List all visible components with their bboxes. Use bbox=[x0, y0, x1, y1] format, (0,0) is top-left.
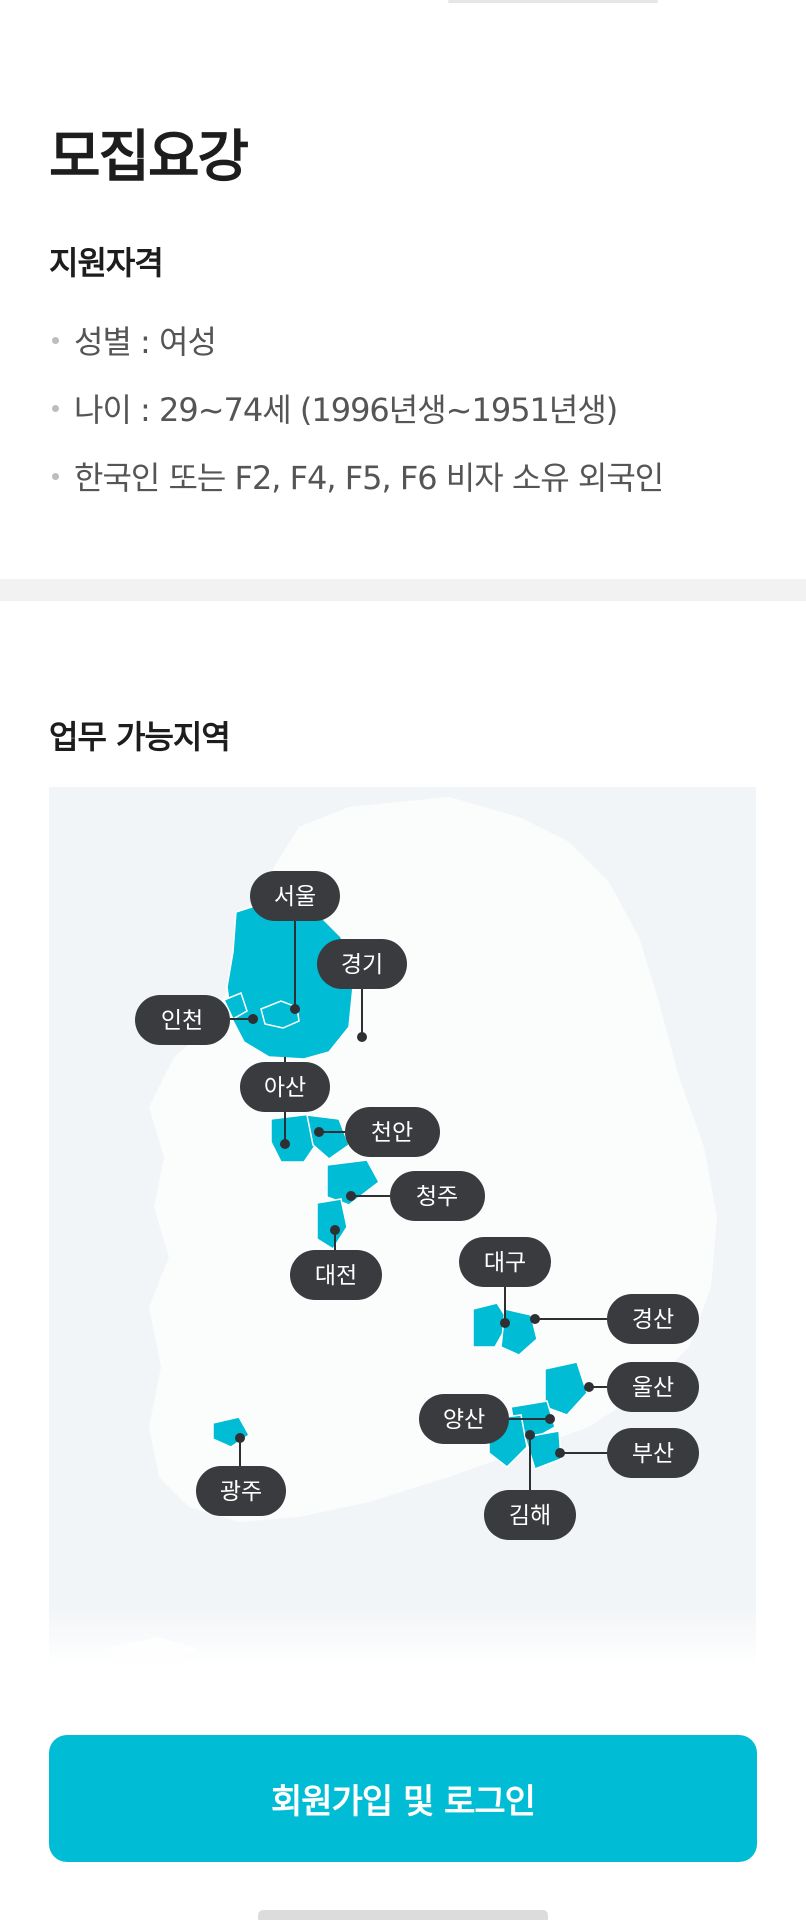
qualification-gender: 성별 : 여성 bbox=[74, 323, 217, 361]
list-item: 나이 : 29~74세 (1996년생~1951년생) bbox=[52, 374, 663, 442]
region-label-cheongju-text: 청주 bbox=[416, 1184, 458, 1210]
pin-dot-busan bbox=[555, 1448, 565, 1458]
region-label-daegu: 대구 bbox=[459, 1237, 551, 1287]
bullet-icon bbox=[52, 336, 59, 344]
island-shape bbox=[109, 1637, 199, 1662]
page-title: 모집요강 bbox=[49, 124, 249, 190]
region-label-yangsan-text: 양산 bbox=[443, 1407, 485, 1433]
region-label-gimhae: 김해 bbox=[484, 1490, 576, 1540]
qualification-list: 성별 : 여성 나이 : 29~74세 (1996년생~1951년생) 한국인 … bbox=[52, 306, 664, 510]
pin-dot-cheongju bbox=[346, 1191, 356, 1201]
pin-dot-asan bbox=[280, 1139, 290, 1149]
region-label-yangsan: 양산 bbox=[419, 1394, 509, 1444]
region-label-ulsan-text: 울산 bbox=[632, 1375, 674, 1401]
qualification-heading: 지원자격 bbox=[49, 244, 164, 282]
pin-dot-yangsan bbox=[545, 1414, 555, 1424]
region-label-incheon: 인천 bbox=[135, 995, 230, 1045]
region-label-gyeonggi: 경기 bbox=[317, 939, 407, 989]
region-label-daejeon-text: 대전 bbox=[315, 1263, 357, 1289]
pin-dot-gyeongsan bbox=[530, 1314, 540, 1324]
region-label-asan: 아산 bbox=[240, 1062, 330, 1112]
region-label-cheonan: 천안 bbox=[345, 1107, 440, 1157]
region-label-cheongju: 청주 bbox=[390, 1171, 485, 1221]
pin-dot-gwangju bbox=[235, 1433, 245, 1443]
pin-dot-cheonan bbox=[314, 1127, 324, 1137]
list-item: 성별 : 여성 bbox=[52, 306, 663, 374]
list-item: 한국인 또는 F2, F4, F5, F6 비자 소유 외국인 bbox=[52, 442, 664, 510]
pin-dot-ulsan bbox=[584, 1382, 594, 1392]
bullet-icon bbox=[52, 404, 59, 412]
pin-dot-incheon bbox=[248, 1014, 258, 1024]
region-label-gwangju: 광주 bbox=[196, 1466, 286, 1516]
region-label-daegu-text: 대구 bbox=[484, 1250, 526, 1276]
pin-dot-daejeon bbox=[330, 1225, 340, 1235]
pin-dot-seoul bbox=[290, 1004, 300, 1014]
region-label-gyeongsan: 경산 bbox=[607, 1294, 699, 1344]
section-divider bbox=[0, 579, 806, 601]
region-label-seoul: 서울 bbox=[250, 871, 340, 921]
pin-dot-gyeonggi bbox=[357, 1032, 367, 1042]
pin-dot-daegu bbox=[500, 1318, 510, 1328]
region-label-asan-text: 아산 bbox=[264, 1075, 306, 1101]
region-label-seoul-text: 서울 bbox=[274, 884, 316, 910]
signup-login-button[interactable]: 회원가입 및 로그인 bbox=[49, 1735, 757, 1862]
region-label-cheonan-text: 천안 bbox=[371, 1120, 413, 1146]
pin-dot-gimhae bbox=[525, 1430, 535, 1440]
region-label-gyeonggi-text: 경기 bbox=[341, 952, 383, 978]
region-label-gimhae-text: 김해 bbox=[509, 1503, 551, 1529]
region-label-busan-text: 부산 bbox=[632, 1441, 674, 1467]
region-label-gwangju-text: 광주 bbox=[220, 1479, 262, 1505]
home-indicator[interactable] bbox=[258, 1910, 548, 1920]
region-label-busan: 부산 bbox=[607, 1428, 699, 1478]
top-divider-stub bbox=[448, 0, 658, 3]
qualification-age: 나이 : 29~74세 (1996년생~1951년생) bbox=[74, 391, 618, 429]
region-label-gyeongsan-text: 경산 bbox=[632, 1307, 674, 1333]
bullet-icon bbox=[52, 472, 59, 480]
region-label-daejeon: 대전 bbox=[290, 1250, 382, 1300]
region-label-ulsan: 울산 bbox=[607, 1362, 699, 1412]
region-label-incheon-text: 인천 bbox=[161, 1008, 203, 1034]
work-area-heading: 업무 가능지역 bbox=[49, 718, 231, 756]
qualification-nationality: 한국인 또는 F2, F4, F5, F6 비자 소유 외국인 bbox=[74, 459, 664, 497]
korea-map-graphic: 서울 경기 인천 아산 천안 청주 대전 대구 경산 울산 양산 부산 김해 광… bbox=[109, 797, 717, 1662]
region-map: 서울 경기 인천 아산 천안 청주 대전 대구 경산 울산 양산 부산 김해 광… bbox=[49, 787, 756, 1667]
